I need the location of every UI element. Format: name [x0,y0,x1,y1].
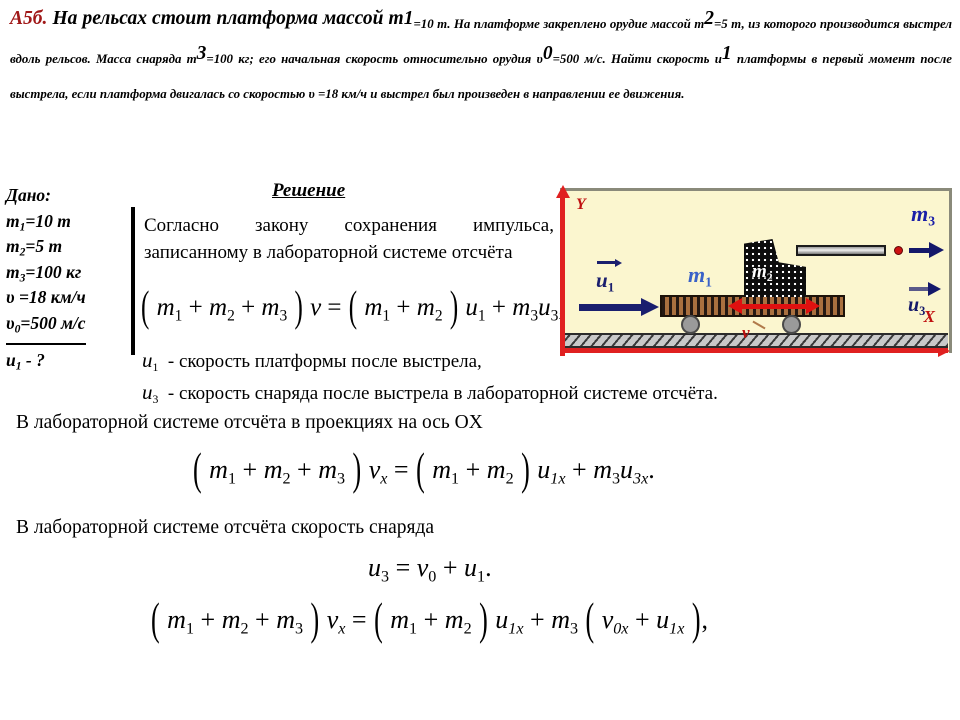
physics-diagram: Y X m2 u1 m1 m3 u3 v [556,185,952,357]
statement-part-6: =100 кг; его начальная скорость относите… [206,52,543,67]
y-axis-arrowhead-icon [556,185,570,198]
given-sym-m1: m [6,210,20,231]
statement-part-0: На рельсах стоит платформа массой m [52,8,404,29]
def-u3-text: - скорость снаряда после выстрела в лабо… [167,383,718,404]
label-m3-sub: 3 [928,213,935,229]
def-u1-sub: 1 [152,361,159,374]
given-val-v0: =500 м/с [20,312,86,333]
def-u1-text: - скорость платформы после выстрела, [167,351,482,372]
label-u3-sub: 3 [919,304,926,318]
projectile-dot [894,246,903,255]
label-m2-sym: m [752,261,767,282]
def-u3-var: u [142,380,153,404]
label-u3-sym: u [908,293,920,316]
y-axis-label: Y [576,196,586,213]
label-m1: m1 [688,262,712,291]
y-axis [556,185,570,356]
given-row-v0: υ0=500 м/с [6,311,134,345]
line-projection-text: В лабораторной системе отсчёта в проекци… [16,412,483,433]
u1-vector-overbar-tip-icon [615,258,622,267]
given-val-m1: =10 т [25,210,71,231]
solution-title: Решение [272,180,346,201]
find-tail: - ? [25,350,45,370]
platform-wheel-left [681,315,700,334]
label-u1-sym: u [596,267,608,292]
given-sym-v0: υ [6,312,15,333]
vector-u3-arrowhead-icon [928,282,941,296]
statement-part-3: 2 [704,8,714,29]
problem-number: А5б. [10,8,53,29]
given-block: Дано: m1=10 т m2=5 т m3=100 кг υ =18 км/… [6,183,134,374]
vector-m3-shaft [909,248,931,253]
platform-wheel-right [782,315,801,334]
given-row-m1: m1=10 т [6,209,134,235]
given-val-m2: =5 т [25,236,63,256]
vector-v-arrowhead-right-icon [806,298,820,314]
solution-intro-text: Согласно закону сохранения импульса, зап… [144,215,554,263]
label-m3-sym: m [911,201,929,226]
vector-u1-shaft [579,304,643,311]
statement-part-9: 1 [721,43,732,65]
u1-vector-overbar-icon [597,260,617,264]
find-sym: u [6,350,16,370]
vector-u1-arrowhead-icon [641,298,659,316]
x-axis-label: X [923,307,935,326]
label-m1-sym: m [688,262,706,288]
cannon-barrel [796,245,886,256]
given-row-v: υ =18 км/ч [6,285,134,311]
line-projectile-speed-text: В лабораторной системе отсчёта скорость … [16,517,435,538]
statement-part-1: 1 [403,8,414,29]
vector-m3-arrowhead-icon [929,242,944,258]
problem-statement: А5б. На рельсах стоит платформа массой m… [10,4,952,109]
formula-projection-ox: ( m1 + m2 + m3 ) vx = ( m1 + m2 ) u1x + … [193,443,655,495]
given-find: u1 - ? [6,348,134,374]
statement-part-8: =500 м/с. Найти скорость u [552,52,722,67]
given-sym-m2: m [6,236,20,256]
label-m2: m2 [752,261,773,285]
find-sub: 1 [15,360,22,373]
definition-u3: u3 - скорость снаряда после выстрела в л… [142,380,718,407]
label-u1-sub: 1 [607,279,615,294]
def-u1-var: u [142,348,153,372]
definition-u1: u1 - скорость платформы после выстрела, [142,348,482,375]
vector-v-arrowhead-left-icon [728,298,742,314]
label-m1-sub: 1 [705,275,712,290]
given-row-m2: m2=5 т [6,234,134,260]
given-val-m3: =100 кг [25,261,82,282]
label-v-leader-line [752,320,766,330]
x-axis [560,345,950,357]
vector-v-shaft [738,304,810,309]
formula-projectile-speed: u3 = v0 + u1. [368,553,492,586]
label-u3: u3 [908,294,925,319]
statement-part-7: 0 [542,43,553,65]
label-m2-sub: 2 [766,271,773,284]
statement-part-5: 3 [196,43,207,65]
formula-final-substitution: ( m1 + m2 + m3 ) vx = ( m1 + m2 ) u1x + … [151,593,709,645]
given-val-v: =18 км/ч [14,287,86,307]
given-divider-rule [131,207,135,355]
given-sym-m3: m [6,261,20,282]
formula-momentum-conservation: ( m1 + m2 + m3 ) v = ( m1 + m2 ) u1 + m3… [141,283,565,331]
label-u1: u1 [596,258,622,295]
statement-part-2: =10 т. На платформе закреплено орудие ма… [413,17,705,32]
given-heading: Дано: [6,185,51,205]
label-m3: m3 [911,201,935,230]
ground-hatching [565,333,948,348]
def-u3-sub: 3 [152,393,159,406]
given-sym-v: υ [6,287,15,307]
label-v: v [742,323,750,342]
given-row-m3: m3=100 кг [6,260,134,286]
